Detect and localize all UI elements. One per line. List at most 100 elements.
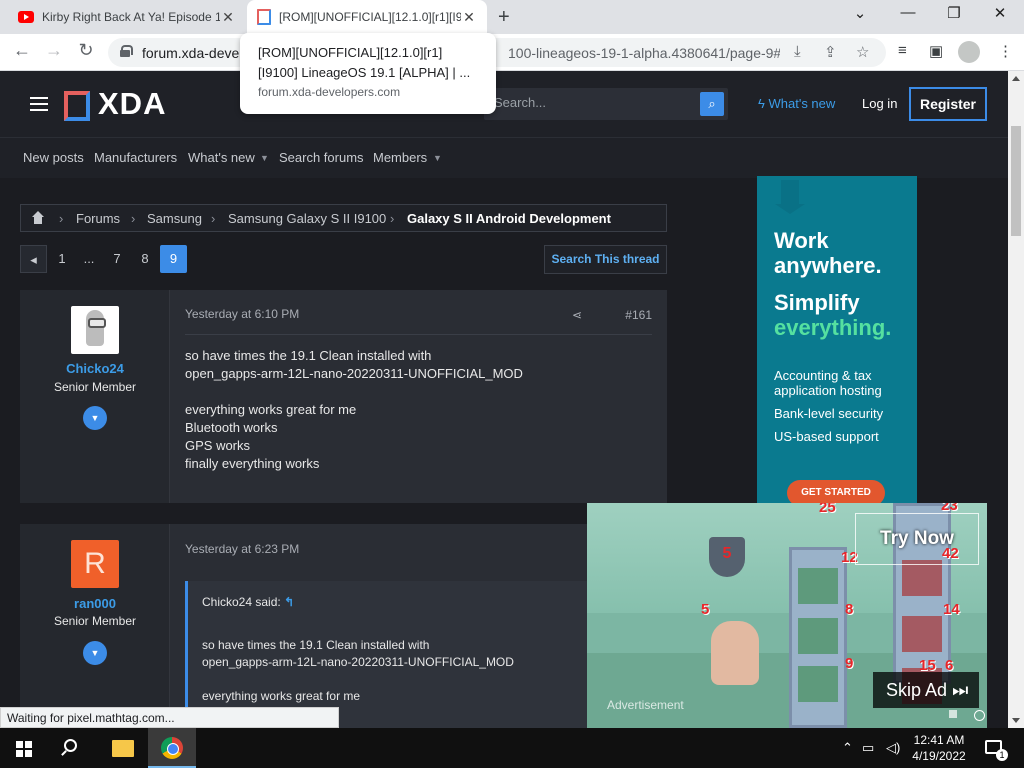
search-icon[interactable]: ⌕ <box>700 92 724 116</box>
ad-subheadline-accent: everything. <box>774 315 892 340</box>
current-page[interactable]: 9 <box>160 245 187 273</box>
advertisement-label: Advertisement <box>607 698 684 712</box>
scroll-up-icon[interactable] <box>1012 76 1020 81</box>
sidebar-advertisement[interactable]: Work anywhere. Simplify everything. Acco… <box>757 176 917 506</box>
start-tile <box>25 750 32 757</box>
network-icon[interactable]: ▭ <box>862 740 874 756</box>
tray-overflow-chevron-icon[interactable]: ⌃ <box>842 740 853 756</box>
bookmark-star-icon[interactable]: ☆ <box>856 43 869 61</box>
skip-ad-button[interactable]: Skip Ad ⏭ <box>873 672 979 708</box>
message-line: Bluetooth works <box>185 420 278 435</box>
lightning-icon: ϟ <box>758 96 769 111</box>
forward-arrow-icon[interactable]: → <box>42 40 66 61</box>
expand-user-info-icon[interactable]: ▼ <box>83 406 107 430</box>
minimize-button[interactable]: — <box>888 4 928 21</box>
avatar[interactable]: R <box>71 540 119 588</box>
nav-whats-new[interactable]: What's new <box>188 150 255 165</box>
tower-room <box>798 618 838 654</box>
hero-power: 5 <box>701 601 710 618</box>
tab-close-icon[interactable]: ✕ <box>220 9 236 26</box>
avatar[interactable] <box>71 306 119 354</box>
scroll-down-icon[interactable] <box>1012 718 1020 723</box>
page-ellipsis[interactable]: ... <box>81 245 97 273</box>
page-link[interactable]: 7 <box>110 245 124 273</box>
hamburger-menu-icon[interactable] <box>30 97 48 111</box>
back-arrow-icon[interactable]: ← <box>10 40 34 61</box>
xda-logo-mark[interactable] <box>64 91 90 121</box>
reload-icon[interactable]: ↻ <box>74 40 98 61</box>
profile-avatar-icon[interactable] <box>958 41 980 63</box>
tab-xda[interactable]: [ROM][UNOFFICIAL][12.1.0][r1][I9 ✕ <box>247 0 487 34</box>
site-search-input[interactable] <box>494 95 694 110</box>
post-time[interactable]: Yesterday at 6:23 PM <box>185 542 299 556</box>
page-link[interactable]: 8 <box>138 245 152 273</box>
hover-card-title-line2: [I9100] LineageOS 19.1 [ALPHA] | ... <box>258 65 471 80</box>
scrollbar-thumb[interactable] <box>1011 126 1021 236</box>
nav-search-forums[interactable]: Search forums <box>279 150 364 165</box>
taskbar-clock[interactable]: 12:41 AM 4/19/2022 <box>908 732 970 764</box>
chevron-down-icon[interactable]: ▼ <box>433 153 442 163</box>
ad-feature: US-based support <box>774 429 879 444</box>
tab-title: [ROM][UNOFFICIAL][12.1.0][r1][I9 <box>279 10 461 24</box>
tab-close-icon[interactable]: ✕ <box>461 9 477 26</box>
whats-new-link[interactable]: ϟ What's new <box>758 96 835 111</box>
taskbar-search-icon[interactable] <box>64 739 77 752</box>
try-now-button[interactable]: Try Now <box>855 513 979 565</box>
ad-headline-line: Work <box>774 228 829 253</box>
register-button[interactable]: Register <box>909 87 987 121</box>
chevron-right-icon: › <box>211 211 216 226</box>
ad-subheadline-line: Simplify <box>774 290 860 315</box>
breadcrumb-current[interactable]: Galaxy S II Android Development <box>407 211 611 226</box>
mute-icon[interactable] <box>949 710 957 718</box>
chevron-right-icon: › <box>59 211 64 226</box>
new-tab-button[interactable]: + <box>498 6 510 29</box>
chrome-icon[interactable] <box>161 737 183 759</box>
help-icon[interactable] <box>974 710 985 721</box>
share-icon[interactable]: ⇪ <box>824 43 837 61</box>
user-role: Senior Member <box>53 614 137 628</box>
tab-search-dropdown-icon[interactable]: ⌄ <box>840 4 880 22</box>
post-number[interactable]: #161 <box>625 308 652 322</box>
breadcrumb-galaxy-s2[interactable]: Samsung Galaxy S II I9100 <box>228 211 386 226</box>
nav-members[interactable]: Members <box>373 150 427 165</box>
post-user-panel: Chicko24 Senior Member ▼ <box>20 290 170 503</box>
media-queue-icon[interactable]: ≡ <box>898 42 907 59</box>
tab-youtube[interactable]: Kirby Right Back At Ya! Episode 1 ✕ <box>8 0 246 34</box>
volume-icon[interactable]: ◁) <box>886 740 900 756</box>
nav-manufacturers[interactable]: Manufacturers <box>94 150 177 165</box>
video-advertisement[interactable]: 5 5 25 12 8 9 23 42 14 15 6 Try Now Adve… <box>587 503 987 728</box>
message-line <box>185 383 523 401</box>
share-icon[interactable]: ⋖ <box>572 308 582 322</box>
nav-new-posts[interactable]: New posts <box>23 150 84 165</box>
install-icon[interactable]: ⤓ <box>794 43 801 60</box>
expand-user-info-icon[interactable]: ▼ <box>83 641 107 665</box>
chevron-down-icon[interactable]: ▼ <box>260 153 269 163</box>
file-explorer-icon[interactable] <box>112 740 134 757</box>
username[interactable]: Chicko24 <box>20 361 170 376</box>
youtube-icon <box>18 11 34 23</box>
search-thread-button[interactable]: Search This thread <box>544 245 667 274</box>
close-window-button[interactable]: ✕ <box>980 4 1020 22</box>
menu-kebab-icon[interactable]: ⋮ <box>998 42 1013 60</box>
quote-author[interactable]: Chicko24 said: ↰ <box>202 595 294 609</box>
breadcrumb-samsung[interactable]: Samsung <box>147 211 202 226</box>
prev-page-button[interactable]: ◂ <box>20 245 47 273</box>
windows-start-icon[interactable] <box>16 741 32 757</box>
clock-time: 12:41 AM <box>913 733 965 747</box>
side-panel-icon[interactable]: ▣ <box>929 42 943 60</box>
post-time[interactable]: Yesterday at 6:10 PM <box>185 307 299 321</box>
tower-number: 9 <box>845 655 854 672</box>
address-bar[interactable]: forum.xda-develo 100-lineageos-19-1-alph… <box>108 38 886 67</box>
page-scrollbar[interactable] <box>1008 71 1024 728</box>
lock-icon[interactable] <box>120 45 133 57</box>
quote-jump-icon[interactable]: ↰ <box>284 595 294 609</box>
home-icon[interactable] <box>31 211 45 225</box>
enemy-shield-icon: 5 <box>709 537 745 577</box>
breadcrumb-forums[interactable]: Forums <box>76 211 120 226</box>
login-link[interactable]: Log in <box>862 96 897 111</box>
restore-button[interactable]: ❐ <box>934 4 974 22</box>
start-tile <box>16 741 23 748</box>
xda-logo-text[interactable]: XDA <box>98 86 166 122</box>
username[interactable]: ran000 <box>20 596 170 611</box>
page-link[interactable]: 1 <box>55 245 69 273</box>
